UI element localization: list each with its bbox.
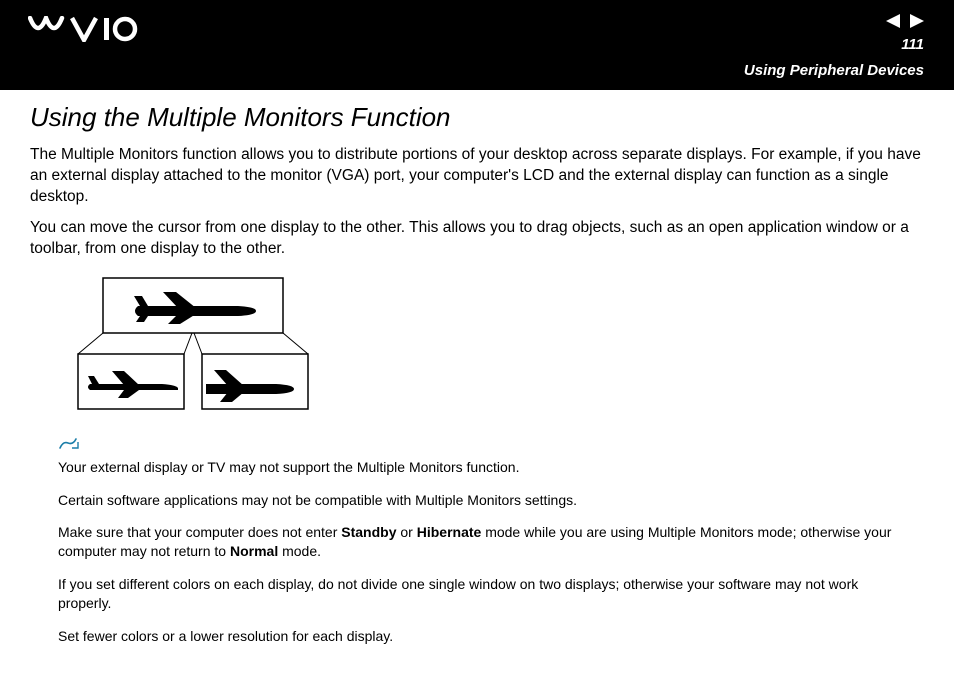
prev-page-button[interactable] [886, 14, 902, 33]
note-3-text: mode. [278, 543, 321, 559]
nav-arrows [886, 14, 924, 33]
content-area: Using the Multiple Monitors Function The… [0, 90, 954, 680]
note-1: Your external display or TV may not supp… [58, 458, 894, 477]
note-2: Certain software applications may not be… [58, 491, 894, 510]
vaio-logo [28, 16, 138, 47]
multi-monitor-diagram [58, 276, 924, 421]
note-3: Make sure that your computer does not en… [58, 523, 894, 561]
bold-standby: Standby [341, 524, 396, 540]
bold-normal: Normal [230, 543, 278, 559]
note-5: Set fewer colors or a lower resolution f… [58, 627, 894, 646]
note-icon [58, 437, 924, 456]
page-number: 111 [901, 36, 924, 53]
note-4: If you set different colors on each disp… [58, 575, 894, 613]
header-bar: 111 Using Peripheral Devices [0, 0, 954, 90]
note-3-text: or [397, 524, 417, 540]
section-name: Using Peripheral Devices [744, 62, 924, 79]
paragraph-1: The Multiple Monitors function allows yo… [30, 145, 924, 208]
paragraph-2: You can move the cursor from one display… [30, 218, 924, 260]
page-title: Using the Multiple Monitors Function [30, 102, 924, 133]
next-page-button[interactable] [908, 14, 924, 33]
note-3-text: Make sure that your computer does not en… [58, 524, 341, 540]
bold-hibernate: Hibernate [417, 524, 482, 540]
